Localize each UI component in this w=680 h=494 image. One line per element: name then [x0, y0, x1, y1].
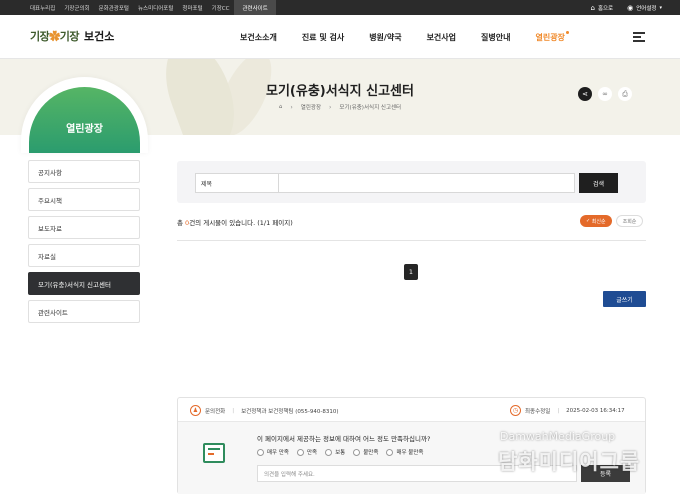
side-item-policy[interactable]: 주요시책: [28, 188, 140, 211]
sort-views-button[interactable]: 조회순: [615, 215, 644, 227]
logo-mark: 기장✿기장: [30, 30, 80, 43]
radio-icon: [297, 448, 304, 456]
radio-icon: [257, 448, 264, 456]
share-icon[interactable]: ⋖: [578, 87, 592, 101]
print-icon[interactable]: ⎙: [618, 87, 632, 101]
watermark-text: DamwahMediaGroup: [500, 430, 616, 443]
survey-option[interactable]: 불만족: [353, 448, 378, 456]
updated-info: ◷ 최종수정일 | 2025-02-03 16:34:17: [510, 405, 625, 416]
sort-latest-button[interactable]: ✓ 최신순: [580, 215, 612, 227]
home-label: 홈으로: [597, 5, 614, 12]
search-button[interactable]: 검색: [579, 173, 618, 193]
nav-about[interactable]: 보건소소개: [240, 32, 277, 43]
pagination-current-page[interactable]: 1: [404, 264, 418, 280]
globe-icon: ◉: [627, 3, 634, 12]
survey-option[interactable]: 보통: [325, 448, 345, 456]
total-count-text: 총 0건의 게시물이 있습니다. (1/1 페이지): [177, 219, 293, 227]
side-item-press[interactable]: 보도자료: [28, 216, 140, 239]
top-link-council[interactable]: 기장군의회: [64, 4, 89, 12]
sort-options: ✓ 최신순 조회순: [576, 215, 644, 227]
hamburger-menu-icon[interactable]: [633, 32, 645, 42]
contact-row: ♟ 문의전화 | 보건정책과 보건정책팀 (055-940-8310) ◷ 최종…: [178, 398, 645, 422]
top-link-cc[interactable]: 기장CC: [212, 4, 230, 12]
write-button[interactable]: 글쓰기: [603, 291, 646, 307]
side-item-archive[interactable]: 자료실: [28, 244, 140, 267]
survey-options: 매우 만족 만족 보통 불만족 매우 불만족: [257, 448, 432, 456]
side-item-notice[interactable]: 공지사항: [28, 160, 140, 183]
top-link-youth[interactable]: 청마포털: [182, 4, 202, 12]
survey-option[interactable]: 매우 불만족: [386, 448, 424, 456]
nav-disease[interactable]: 질병안내: [481, 32, 510, 43]
site-logo[interactable]: 기장✿기장 보건소: [30, 28, 114, 44]
updated-label: 최종수정일: [525, 408, 551, 415]
user-icon: ♟: [190, 405, 201, 416]
side-menu-title: 열린광장: [66, 124, 103, 135]
home-icon: ⌂: [590, 3, 595, 12]
survey-option[interactable]: 매우 만족: [257, 448, 289, 456]
top-link-culture[interactable]: 문화관광포털: [99, 4, 129, 12]
survey-board-icon: [203, 443, 225, 463]
breadcrumb-item[interactable]: 열린광장: [301, 103, 321, 111]
language-label: 언어설정: [636, 5, 657, 12]
nav-programs[interactable]: 보건사업: [427, 32, 456, 43]
logo-name: 보건소: [84, 30, 115, 43]
search-box: 제목 ▼ 검색: [177, 161, 646, 203]
page-tools: ⋖ ∞ ⎙: [578, 87, 638, 101]
top-link-related[interactable]: 관련사이트: [234, 0, 276, 16]
nav-treatment[interactable]: 진료 및 검사: [302, 32, 344, 43]
chevron-right-icon: ›: [290, 103, 293, 111]
radio-icon: [386, 448, 394, 456]
radio-icon: [325, 448, 333, 456]
family-site-links: 대표누리집 기장군의회 문화관광포털 뉴스미디어포털 청마포털 기장CC 관련사…: [30, 0, 285, 16]
language-select[interactable]: ◉ 언어설정 ▾: [627, 4, 662, 12]
clock-icon: ◷: [510, 405, 521, 416]
chevron-down-icon: ▾: [659, 4, 662, 11]
home-link[interactable]: ⌂ 홈으로: [590, 4, 613, 12]
contact-info: ♟ 문의전화 | 보건정책과 보건정책팀 (055-940-8310): [190, 405, 338, 416]
contact-value: 보건정책과 보건정책팀 (055-940-8310): [241, 408, 339, 415]
watermark-text-korean: 담화미디어그룹: [498, 450, 641, 474]
radio-icon: [353, 448, 361, 456]
updated-value: 2025-02-03 16:34:17: [566, 407, 625, 414]
survey-option[interactable]: 만족: [297, 448, 317, 456]
side-menu: 공지사항 주요시책 보도자료 자료실 모기(유충)서식지 신고센터 관련사이트: [28, 160, 140, 328]
link-icon[interactable]: ∞: [598, 87, 612, 101]
top-utility-bar: 대표누리집 기장군의회 문화관광포털 뉴스미디어포털 청마포털 기장CC 관련사…: [0, 0, 680, 16]
side-item-mosquito-report[interactable]: 모기(유충)서식지 신고센터: [28, 272, 140, 295]
list-divider: [177, 240, 646, 241]
survey-question: 이 페이지에서 제공하는 정보에 대하여 어느 정도 만족하십니까?: [257, 435, 431, 443]
nav-open-square[interactable]: 열린광장: [535, 31, 570, 43]
search-input[interactable]: [278, 173, 575, 193]
chevron-right-icon: ›: [329, 103, 332, 111]
site-header: 기장✿기장 보건소 보건소소개 진료 및 검사 병원/약국 보건사업 질병안내 …: [0, 15, 680, 59]
main-navigation: 보건소소개 진료 및 검사 병원/약국 보건사업 질병안내 열린광장: [240, 31, 590, 43]
side-item-related-sites[interactable]: 관련사이트: [28, 300, 140, 323]
nav-hospital[interactable]: 병원/약국: [369, 32, 401, 43]
contact-label: 문의전화: [205, 408, 226, 415]
breadcrumb-item[interactable]: 모기(유충)서식지 신고센터: [339, 103, 401, 111]
top-link-news[interactable]: 뉴스미디어포털: [138, 4, 173, 12]
search-type-value: 제목: [201, 180, 213, 188]
top-link-main[interactable]: 대표누리집: [30, 4, 55, 12]
home-icon[interactable]: ⌂: [279, 104, 283, 110]
